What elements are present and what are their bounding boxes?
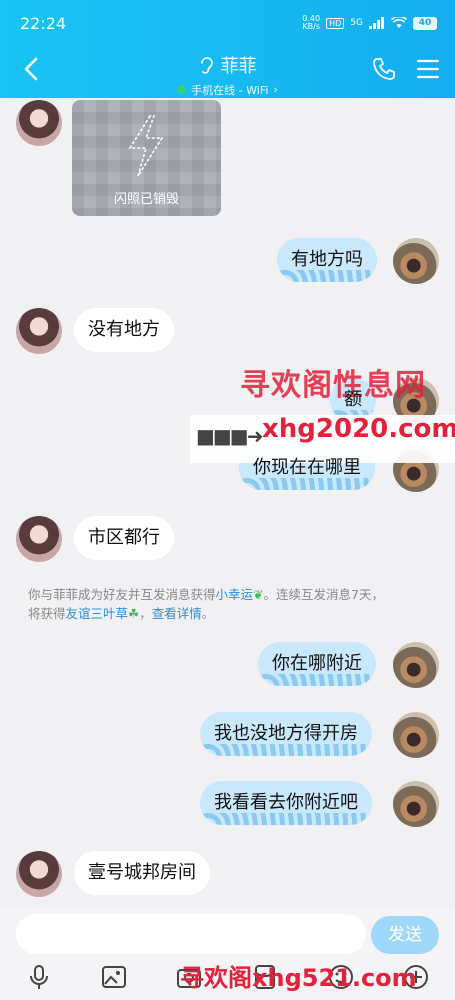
avatar[interactable]	[393, 238, 439, 284]
message-bubble[interactable]: 没有地方	[74, 308, 174, 352]
message-bubble[interactable]: 我看看去你附近吧	[200, 781, 372, 825]
signal-icon	[369, 17, 384, 29]
message-input[interactable]	[16, 914, 366, 954]
watermark-bottom: 寻欢阁xhg521.com	[180, 964, 417, 992]
clover-link[interactable]: 友谊三叶草	[66, 606, 129, 621]
flash-photo[interactable]: 闪照已销毁	[72, 100, 221, 216]
send-button[interactable]: 发送	[371, 916, 439, 954]
message-bubble[interactable]: 市区都行	[74, 516, 174, 560]
lightning-icon	[128, 115, 164, 177]
flash-status: 闪照已销毁	[113, 192, 179, 207]
ear-icon	[200, 57, 213, 74]
message-list[interactable]: 闪照已销毁 有地方吗 没有地方 额 你现在在哪里 市区都行 你与菲菲成为好友并互…	[0, 98, 455, 906]
chat-header: 22:24 0.40 KB/s HD 5G 40 菲菲 手机在线 - WiFi …	[0, 0, 455, 98]
message-bubble[interactable]: 有地方吗	[277, 238, 377, 282]
avatar[interactable]	[16, 308, 62, 354]
clover-icon: ☘	[128, 606, 140, 621]
watermark-domain: xhg2020.com	[262, 414, 455, 444]
wifi-icon	[391, 17, 407, 28]
image-icon[interactable]	[101, 964, 127, 990]
message-bubble[interactable]: 我也没地方得开房	[200, 712, 372, 756]
hd-badge: HD	[326, 17, 345, 29]
avatar[interactable]	[393, 712, 439, 758]
avatar[interactable]	[16, 100, 62, 146]
phone-icon[interactable]	[371, 56, 397, 82]
contact-name: 菲菲	[220, 56, 257, 77]
online-status-icon	[177, 85, 187, 94]
watermark-arrow: ■■■➜	[196, 424, 263, 448]
net-speed: 0.40 KB/s	[302, 14, 321, 31]
watermark-title: 寻欢阁性息网	[240, 368, 426, 403]
sprout-icon: ❦	[253, 587, 264, 602]
lucky-link[interactable]: 小幸运	[216, 587, 254, 602]
mic-icon[interactable]	[26, 964, 52, 990]
clock: 22:24	[20, 14, 67, 33]
signal-label: 5G	[350, 18, 363, 28]
view-details-link[interactable]: 查看详情	[152, 606, 202, 621]
status-icons: 0.40 KB/s HD 5G 40	[302, 15, 437, 31]
menu-icon[interactable]	[416, 57, 440, 81]
message-bubble[interactable]: 你在哪附近	[258, 642, 376, 686]
avatar[interactable]	[16, 516, 62, 562]
system-notice: 你与菲菲成为好友并互发消息获得小幸运❦。连续互发消息7天， 将获得友谊三叶草☘，…	[28, 587, 384, 621]
avatar[interactable]	[393, 781, 439, 827]
battery-indicator: 40	[413, 16, 437, 30]
avatar[interactable]	[393, 642, 439, 688]
chevron-right-icon: ›	[273, 83, 278, 96]
status-bar: 22:24 0.40 KB/s HD 5G 40	[0, 0, 455, 48]
message-bubble[interactable]: 壹号城邦房间	[74, 851, 210, 895]
contact-status: 手机在线 - WiFi	[191, 83, 269, 97]
avatar[interactable]	[16, 851, 62, 897]
